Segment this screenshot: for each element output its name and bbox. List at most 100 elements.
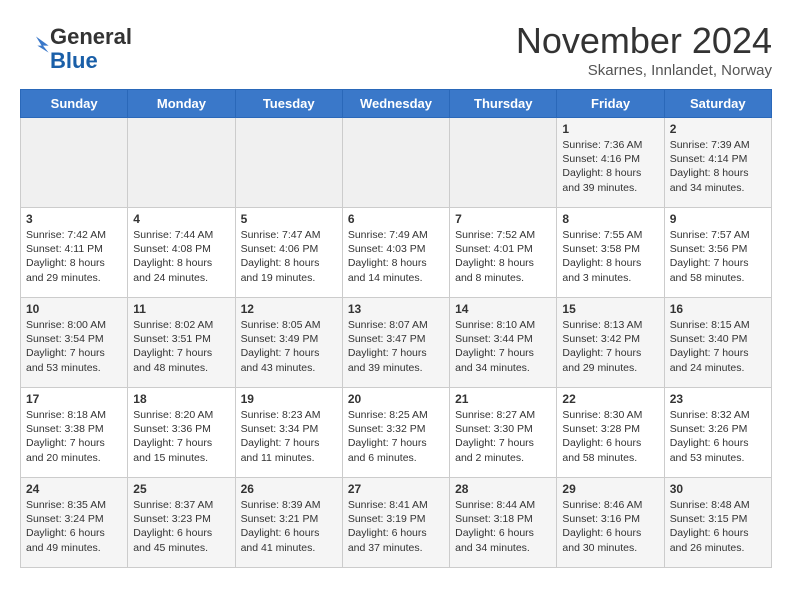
- day-number: 27: [348, 482, 444, 496]
- day-number: 19: [241, 392, 337, 406]
- day-cell: 22 Sunrise: 8:30 AM Sunset: 3:28 PM Dayli…: [557, 388, 664, 478]
- day-number: 8: [562, 212, 658, 226]
- day-number: 22: [562, 392, 658, 406]
- week-row-3: 10 Sunrise: 8:00 AM Sunset: 3:54 PM Dayli…: [21, 298, 772, 388]
- day-number: 3: [26, 212, 122, 226]
- day-info: Sunrise: 7:49 AM Sunset: 4:03 PM Dayligh…: [348, 228, 444, 285]
- day-number: 25: [133, 482, 229, 496]
- day-cell: 30 Sunrise: 8:48 AM Sunset: 3:15 PM Dayli…: [664, 478, 771, 568]
- day-cell: 28 Sunrise: 8:44 AM Sunset: 3:18 PM Dayli…: [450, 478, 557, 568]
- day-cell: 17 Sunrise: 8:18 AM Sunset: 3:38 PM Dayli…: [21, 388, 128, 478]
- day-number: 9: [670, 212, 766, 226]
- day-number: 21: [455, 392, 551, 406]
- logo-text: General Blue: [50, 25, 132, 73]
- week-row-2: 3 Sunrise: 7:42 AM Sunset: 4:11 PM Daylig…: [21, 208, 772, 298]
- logo: General Blue: [20, 25, 132, 73]
- weekday-header-thursday: Thursday: [450, 90, 557, 118]
- day-cell: 24 Sunrise: 8:35 AM Sunset: 3:24 PM Dayli…: [21, 478, 128, 568]
- day-cell: 18Sunrise: 8:20 AM Sunset: 3:36 PM Dayli…: [128, 388, 235, 478]
- day-info: Sunrise: 7:44 AM Sunset: 4:08 PM Dayligh…: [133, 228, 229, 285]
- day-cell: 19Sunrise: 8:23 AM Sunset: 3:34 PM Dayli…: [235, 388, 342, 478]
- day-cell: 13Sunrise: 8:07 AM Sunset: 3:47 PM Dayli…: [342, 298, 449, 388]
- calendar-body: 1 Sunrise: 7:36 AM Sunset: 4:16 PM Daylig…: [21, 118, 772, 568]
- day-info: Sunrise: 7:52 AM Sunset: 4:01 PM Dayligh…: [455, 228, 551, 285]
- day-number: 28: [455, 482, 551, 496]
- day-info: Sunrise: 8:27 AM Sunset: 3:30 PM Dayligh…: [455, 408, 551, 465]
- day-cell: 11 Sunrise: 8:02 AM Sunset: 3:51 PM Dayli…: [128, 298, 235, 388]
- day-cell: 20 Sunrise: 8:25 AM Sunset: 3:32 PM Dayli…: [342, 388, 449, 478]
- day-cell: 10 Sunrise: 8:00 AM Sunset: 3:54 PM Dayli…: [21, 298, 128, 388]
- day-cell: [450, 118, 557, 208]
- logo-general: General: [50, 24, 132, 49]
- day-info: Sunrise: 8:41 AM Sunset: 3:19 PM Dayligh…: [348, 498, 444, 555]
- day-cell: 16 Sunrise: 8:15 AM Sunset: 3:40 PM Dayli…: [664, 298, 771, 388]
- week-row-4: 17 Sunrise: 8:18 AM Sunset: 3:38 PM Dayli…: [21, 388, 772, 478]
- day-info: Sunrise: 8:00 AM Sunset: 3:54 PM Dayligh…: [26, 318, 122, 375]
- day-info: Sunrise: 8:02 AM Sunset: 3:51 PM Dayligh…: [133, 318, 229, 375]
- day-cell: 1 Sunrise: 7:36 AM Sunset: 4:16 PM Daylig…: [557, 118, 664, 208]
- day-info: Sunrise: 8:39 AM Sunset: 3:21 PM Dayligh…: [241, 498, 337, 555]
- day-info: Sunrise: 8:20 AM Sunset: 3:36 PM Dayligh…: [133, 408, 229, 465]
- day-number: 24: [26, 482, 122, 496]
- day-cell: 29 Sunrise: 8:46 AM Sunset: 3:16 PM Dayli…: [557, 478, 664, 568]
- day-info: Sunrise: 8:35 AM Sunset: 3:24 PM Dayligh…: [26, 498, 122, 555]
- day-info: Sunrise: 8:15 AM Sunset: 3:40 PM Dayligh…: [670, 318, 766, 375]
- day-cell: 15 Sunrise: 8:13 AM Sunset: 3:42 PM Dayli…: [557, 298, 664, 388]
- day-number: 10: [26, 302, 122, 316]
- day-info: Sunrise: 8:48 AM Sunset: 3:15 PM Dayligh…: [670, 498, 766, 555]
- day-info: Sunrise: 7:55 AM Sunset: 3:58 PM Dayligh…: [562, 228, 658, 285]
- day-info: Sunrise: 7:42 AM Sunset: 4:11 PM Dayligh…: [26, 228, 122, 285]
- day-number: 6: [348, 212, 444, 226]
- week-row-1: 1 Sunrise: 7:36 AM Sunset: 4:16 PM Daylig…: [21, 118, 772, 208]
- day-info: Sunrise: 8:32 AM Sunset: 3:26 PM Dayligh…: [670, 408, 766, 465]
- day-info: Sunrise: 8:07 AM Sunset: 3:47 PM Dayligh…: [348, 318, 444, 375]
- day-number: 4: [133, 212, 229, 226]
- day-cell: 14Sunrise: 8:10 AM Sunset: 3:44 PM Dayli…: [450, 298, 557, 388]
- day-info: Sunrise: 8:10 AM Sunset: 3:44 PM Dayligh…: [455, 318, 551, 375]
- weekday-header-wednesday: Wednesday: [342, 90, 449, 118]
- month-title: November 2024: [516, 20, 772, 62]
- day-cell: [342, 118, 449, 208]
- logo-bird-icon: [22, 33, 50, 61]
- page-header: General Blue November 2024 Skarnes, Innl…: [20, 20, 772, 79]
- day-cell: 7Sunrise: 7:52 AM Sunset: 4:01 PM Daylig…: [450, 208, 557, 298]
- day-number: 17: [26, 392, 122, 406]
- day-cell: 26 Sunrise: 8:39 AM Sunset: 3:21 PM Dayli…: [235, 478, 342, 568]
- day-cell: [235, 118, 342, 208]
- day-number: 30: [670, 482, 766, 496]
- logo-blue: Blue: [50, 48, 98, 73]
- day-cell: 9Sunrise: 7:57 AM Sunset: 3:56 PM Daylig…: [664, 208, 771, 298]
- day-info: Sunrise: 8:46 AM Sunset: 3:16 PM Dayligh…: [562, 498, 658, 555]
- day-info: Sunrise: 8:44 AM Sunset: 3:18 PM Dayligh…: [455, 498, 551, 555]
- weekday-header-sunday: Sunday: [21, 90, 128, 118]
- day-info: Sunrise: 8:30 AM Sunset: 3:28 PM Dayligh…: [562, 408, 658, 465]
- day-info: Sunrise: 8:25 AM Sunset: 3:32 PM Dayligh…: [348, 408, 444, 465]
- day-number: 11: [133, 302, 229, 316]
- day-number: 15: [562, 302, 658, 316]
- weekday-header-tuesday: Tuesday: [235, 90, 342, 118]
- day-cell: 25 Sunrise: 8:37 AM Sunset: 3:23 PM Dayli…: [128, 478, 235, 568]
- day-cell: 4 Sunrise: 7:44 AM Sunset: 4:08 PM Daylig…: [128, 208, 235, 298]
- day-number: 2: [670, 122, 766, 136]
- day-cell: 21 Sunrise: 8:27 AM Sunset: 3:30 PM Dayli…: [450, 388, 557, 478]
- day-number: 1: [562, 122, 658, 136]
- day-info: Sunrise: 8:37 AM Sunset: 3:23 PM Dayligh…: [133, 498, 229, 555]
- day-number: 29: [562, 482, 658, 496]
- day-number: 16: [670, 302, 766, 316]
- day-cell: 23Sunrise: 8:32 AM Sunset: 3:26 PM Dayli…: [664, 388, 771, 478]
- day-cell: 8 Sunrise: 7:55 AM Sunset: 3:58 PM Daylig…: [557, 208, 664, 298]
- title-block: November 2024 Skarnes, Innlandet, Norway: [516, 20, 772, 79]
- day-info: Sunrise: 8:13 AM Sunset: 3:42 PM Dayligh…: [562, 318, 658, 375]
- day-info: Sunrise: 8:18 AM Sunset: 3:38 PM Dayligh…: [26, 408, 122, 465]
- day-info: Sunrise: 7:47 AM Sunset: 4:06 PM Dayligh…: [241, 228, 337, 285]
- day-cell: [128, 118, 235, 208]
- day-number: 5: [241, 212, 337, 226]
- calendar-table: SundayMondayTuesdayWednesdayThursdayFrid…: [20, 89, 772, 568]
- day-info: Sunrise: 7:36 AM Sunset: 4:16 PM Dayligh…: [562, 138, 658, 195]
- weekday-header-monday: Monday: [128, 90, 235, 118]
- weekday-header-saturday: Saturday: [664, 90, 771, 118]
- day-info: Sunrise: 8:05 AM Sunset: 3:49 PM Dayligh…: [241, 318, 337, 375]
- day-number: 20: [348, 392, 444, 406]
- day-cell: [21, 118, 128, 208]
- day-number: 26: [241, 482, 337, 496]
